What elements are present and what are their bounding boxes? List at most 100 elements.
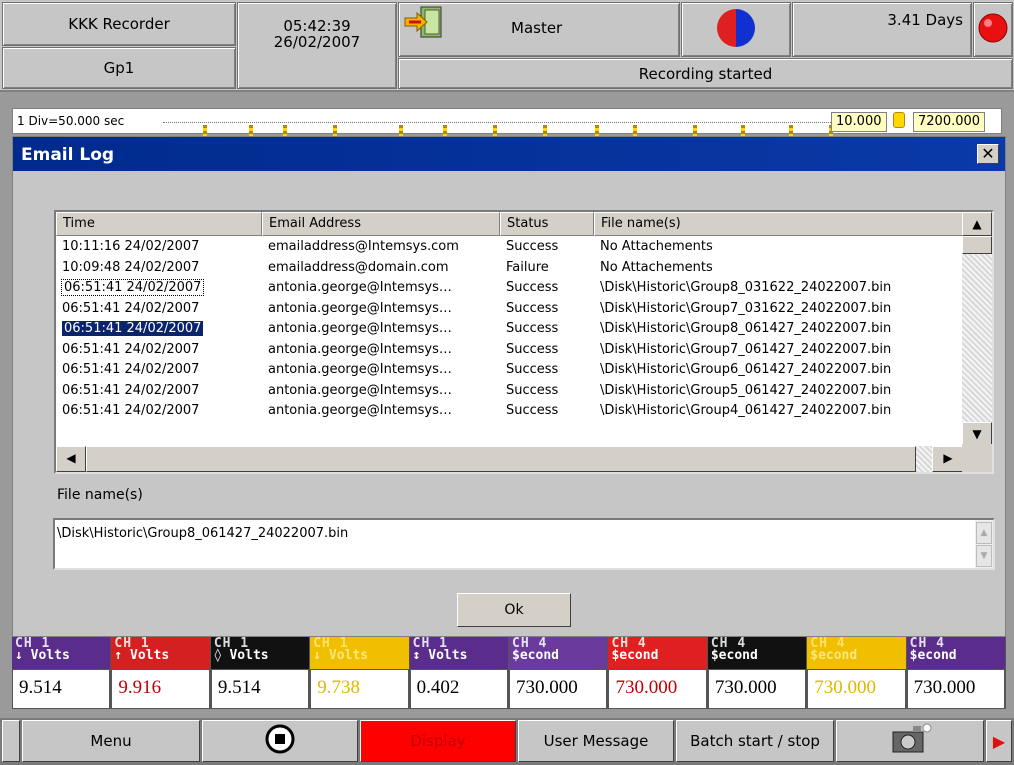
row-email: emailaddress@domain.com xyxy=(268,259,449,275)
file-name-scrollbar[interactable]: ▲ ▼ xyxy=(975,520,993,568)
table-row[interactable]: 10:11:16 24/02/2007 emailaddress@Intemsys… xyxy=(56,238,964,259)
channel-unit: ↓ Volts xyxy=(15,648,70,663)
channel-header: CH 4 $econd xyxy=(906,637,1006,669)
more-arrow-icon[interactable]: ▶ xyxy=(986,720,1012,762)
column-header-status[interactable]: Status xyxy=(500,212,594,236)
group-cell[interactable]: Gp1 xyxy=(2,47,236,89)
user-message-button[interactable]: User Message xyxy=(518,720,674,762)
row-status: Success xyxy=(506,341,559,357)
channel-unit: $econd xyxy=(611,648,659,663)
channel-tile[interactable]: CH 1 ↓ Volts 9.514 xyxy=(12,637,112,709)
screenshot-button[interactable] xyxy=(836,720,984,762)
toolbar-edge xyxy=(2,720,20,762)
channel-tile[interactable]: CH 4 $econd 730.000 xyxy=(509,637,609,709)
table-row[interactable]: 10:09:48 24/02/2007 emailaddress@domain.c… xyxy=(56,259,964,280)
channel-header: CH 1 ◊ Volts xyxy=(210,637,310,669)
channel-unit: $econd xyxy=(710,648,758,663)
table-row[interactable]: 06:51:41 24/02/2007 antonia.george@Intems… xyxy=(56,382,964,403)
ok-button[interactable]: Ok xyxy=(457,593,571,627)
email-log-list[interactable]: Time Email Address Status File name(s) 1… xyxy=(54,210,994,474)
channel-header: CH 4 $econd xyxy=(608,637,707,669)
channel-name: CH 4 xyxy=(710,637,747,649)
dialog-title: Email Log xyxy=(21,145,115,165)
horizontal-scroll-thumb[interactable] xyxy=(86,446,916,472)
column-header-filename[interactable]: File name(s) xyxy=(594,212,964,236)
dialog-title-bar: Email Log ✕ xyxy=(13,137,1005,171)
scroll-left-icon[interactable]: ◀ xyxy=(56,446,86,472)
bottom-toolbar: Menu Display User Message Batch start / … xyxy=(0,718,1014,765)
exit-door-icon[interactable] xyxy=(401,5,445,39)
channel-unit: ↑ Volts xyxy=(114,648,170,663)
channel-tile[interactable]: CH 4 $econd 730.000 xyxy=(807,637,907,709)
clock-date: 26/02/2007 xyxy=(273,33,361,51)
channel-tile[interactable]: CH 4 $econd 730.000 xyxy=(906,637,1007,709)
stop-button[interactable] xyxy=(202,720,358,762)
channel-name: CH 1 xyxy=(313,637,349,649)
file-scroll-up-icon[interactable]: ▲ xyxy=(976,522,992,544)
division-label: 1 Div=50.000 sec xyxy=(17,114,125,128)
file-name-field[interactable]: \Disk\Historic\Group8_061427_24022007.bi… xyxy=(53,518,995,570)
disk-status-cell[interactable] xyxy=(681,2,791,57)
channel-name: CH 4 xyxy=(512,637,548,649)
table-row[interactable]: 06:51:41 24/02/2007 antonia.george@Intems… xyxy=(56,320,964,341)
table-row[interactable]: 06:51:41 24/02/2007 antonia.george@Intems… xyxy=(56,402,964,423)
chart-timeline[interactable]: 1 Div=50.000 sec 10.000 7200.000 xyxy=(12,108,1002,143)
close-icon[interactable]: ✕ xyxy=(977,144,999,164)
channel-value: 730.000 xyxy=(807,669,906,709)
file-name-label: File name(s) xyxy=(57,487,143,503)
channel-value: 0.402 xyxy=(409,669,509,709)
row-time: 06:51:41 24/02/2007 xyxy=(60,279,205,296)
batch-start-stop-button[interactable]: Batch start / stop xyxy=(676,720,834,762)
channel-value: 730.000 xyxy=(707,669,807,709)
row-status: Success xyxy=(506,382,559,398)
hourglass-icon xyxy=(893,112,905,128)
channel-value: 9.916 xyxy=(111,669,210,709)
alarm-indicator-icon xyxy=(976,11,1010,49)
channel-tile[interactable]: CH 1 ◊ Volts 9.514 xyxy=(210,637,311,709)
row-time: 06:51:41 24/02/2007 xyxy=(62,300,200,316)
timeline-low-value: 10.000 xyxy=(831,112,887,132)
user-message-label: User Message xyxy=(543,732,649,750)
alarm-cell[interactable] xyxy=(973,2,1013,57)
row-status: Success xyxy=(506,239,559,254)
channel-tile[interactable]: CH 4 $econd 730.000 xyxy=(608,637,708,709)
scroll-thumb[interactable] xyxy=(962,236,992,254)
channel-tile[interactable]: CH 1 ↕ Volts 0.402 xyxy=(409,637,510,709)
row-time: 10:09:48 24/02/2007 xyxy=(62,259,200,275)
channel-name: CH 1 xyxy=(412,637,448,649)
file-scroll-down-icon[interactable]: ▼ xyxy=(976,545,992,567)
table-row[interactable]: 06:51:41 24/02/2007 antonia.george@Intems… xyxy=(56,341,964,362)
file-name-value: \Disk\Historic\Group8_061427_24022007.bi… xyxy=(57,526,349,541)
row-time: 06:51:41 24/02/2007 xyxy=(62,362,200,377)
vertical-scrollbar[interactable]: ▲ ▼ xyxy=(962,212,992,446)
menu-button[interactable]: Menu xyxy=(22,720,200,762)
channel-unit: ◊ Volts xyxy=(213,648,269,663)
horizontal-scrollbar[interactable]: ◀ ▶ xyxy=(56,446,964,472)
mode-cell[interactable]: Master xyxy=(398,2,680,57)
display-label: Display xyxy=(410,732,466,750)
row-status: Success xyxy=(506,280,559,295)
table-row[interactable]: 06:51:41 24/02/2007 antonia.george@Intems… xyxy=(56,279,964,300)
row-email: antonia.george@Intemsys… xyxy=(268,341,452,357)
table-row[interactable]: 06:51:41 24/02/2007 antonia.george@Intems… xyxy=(56,300,964,321)
scroll-up-icon[interactable]: ▲ xyxy=(962,212,992,236)
app-name: KKK Recorder xyxy=(68,15,170,33)
scroll-down-icon[interactable]: ▼ xyxy=(962,422,992,446)
row-time: 06:51:41 24/02/2007 xyxy=(62,341,200,357)
column-header-email[interactable]: Email Address xyxy=(262,212,500,236)
table-row[interactable]: 06:51:41 24/02/2007 antonia.george@Intems… xyxy=(56,361,964,382)
channel-tile[interactable]: CH 1 ↑ Volts 9.916 xyxy=(111,637,211,709)
channel-header: CH 1 ↕ Volts xyxy=(409,637,509,669)
channel-header: CH 4 $econd xyxy=(807,637,906,669)
mode-label: Master xyxy=(511,19,563,37)
channel-tile[interactable]: CH 1 ↓ Volts 9.738 xyxy=(310,637,410,709)
display-button[interactable]: Display xyxy=(360,720,516,762)
timeline-high-value: 7200.000 xyxy=(913,112,986,132)
channel-value: 9.514 xyxy=(210,669,310,709)
scroll-right-icon[interactable]: ▶ xyxy=(932,446,964,472)
column-header-time[interactable]: Time xyxy=(56,212,262,236)
row-time: 10:11:16 24/02/2007 xyxy=(62,239,200,254)
channel-tile[interactable]: CH 4 $econd 730.000 xyxy=(707,637,808,709)
row-status: Success xyxy=(506,300,559,316)
remaining-cell: 3.41 Days xyxy=(792,2,972,57)
